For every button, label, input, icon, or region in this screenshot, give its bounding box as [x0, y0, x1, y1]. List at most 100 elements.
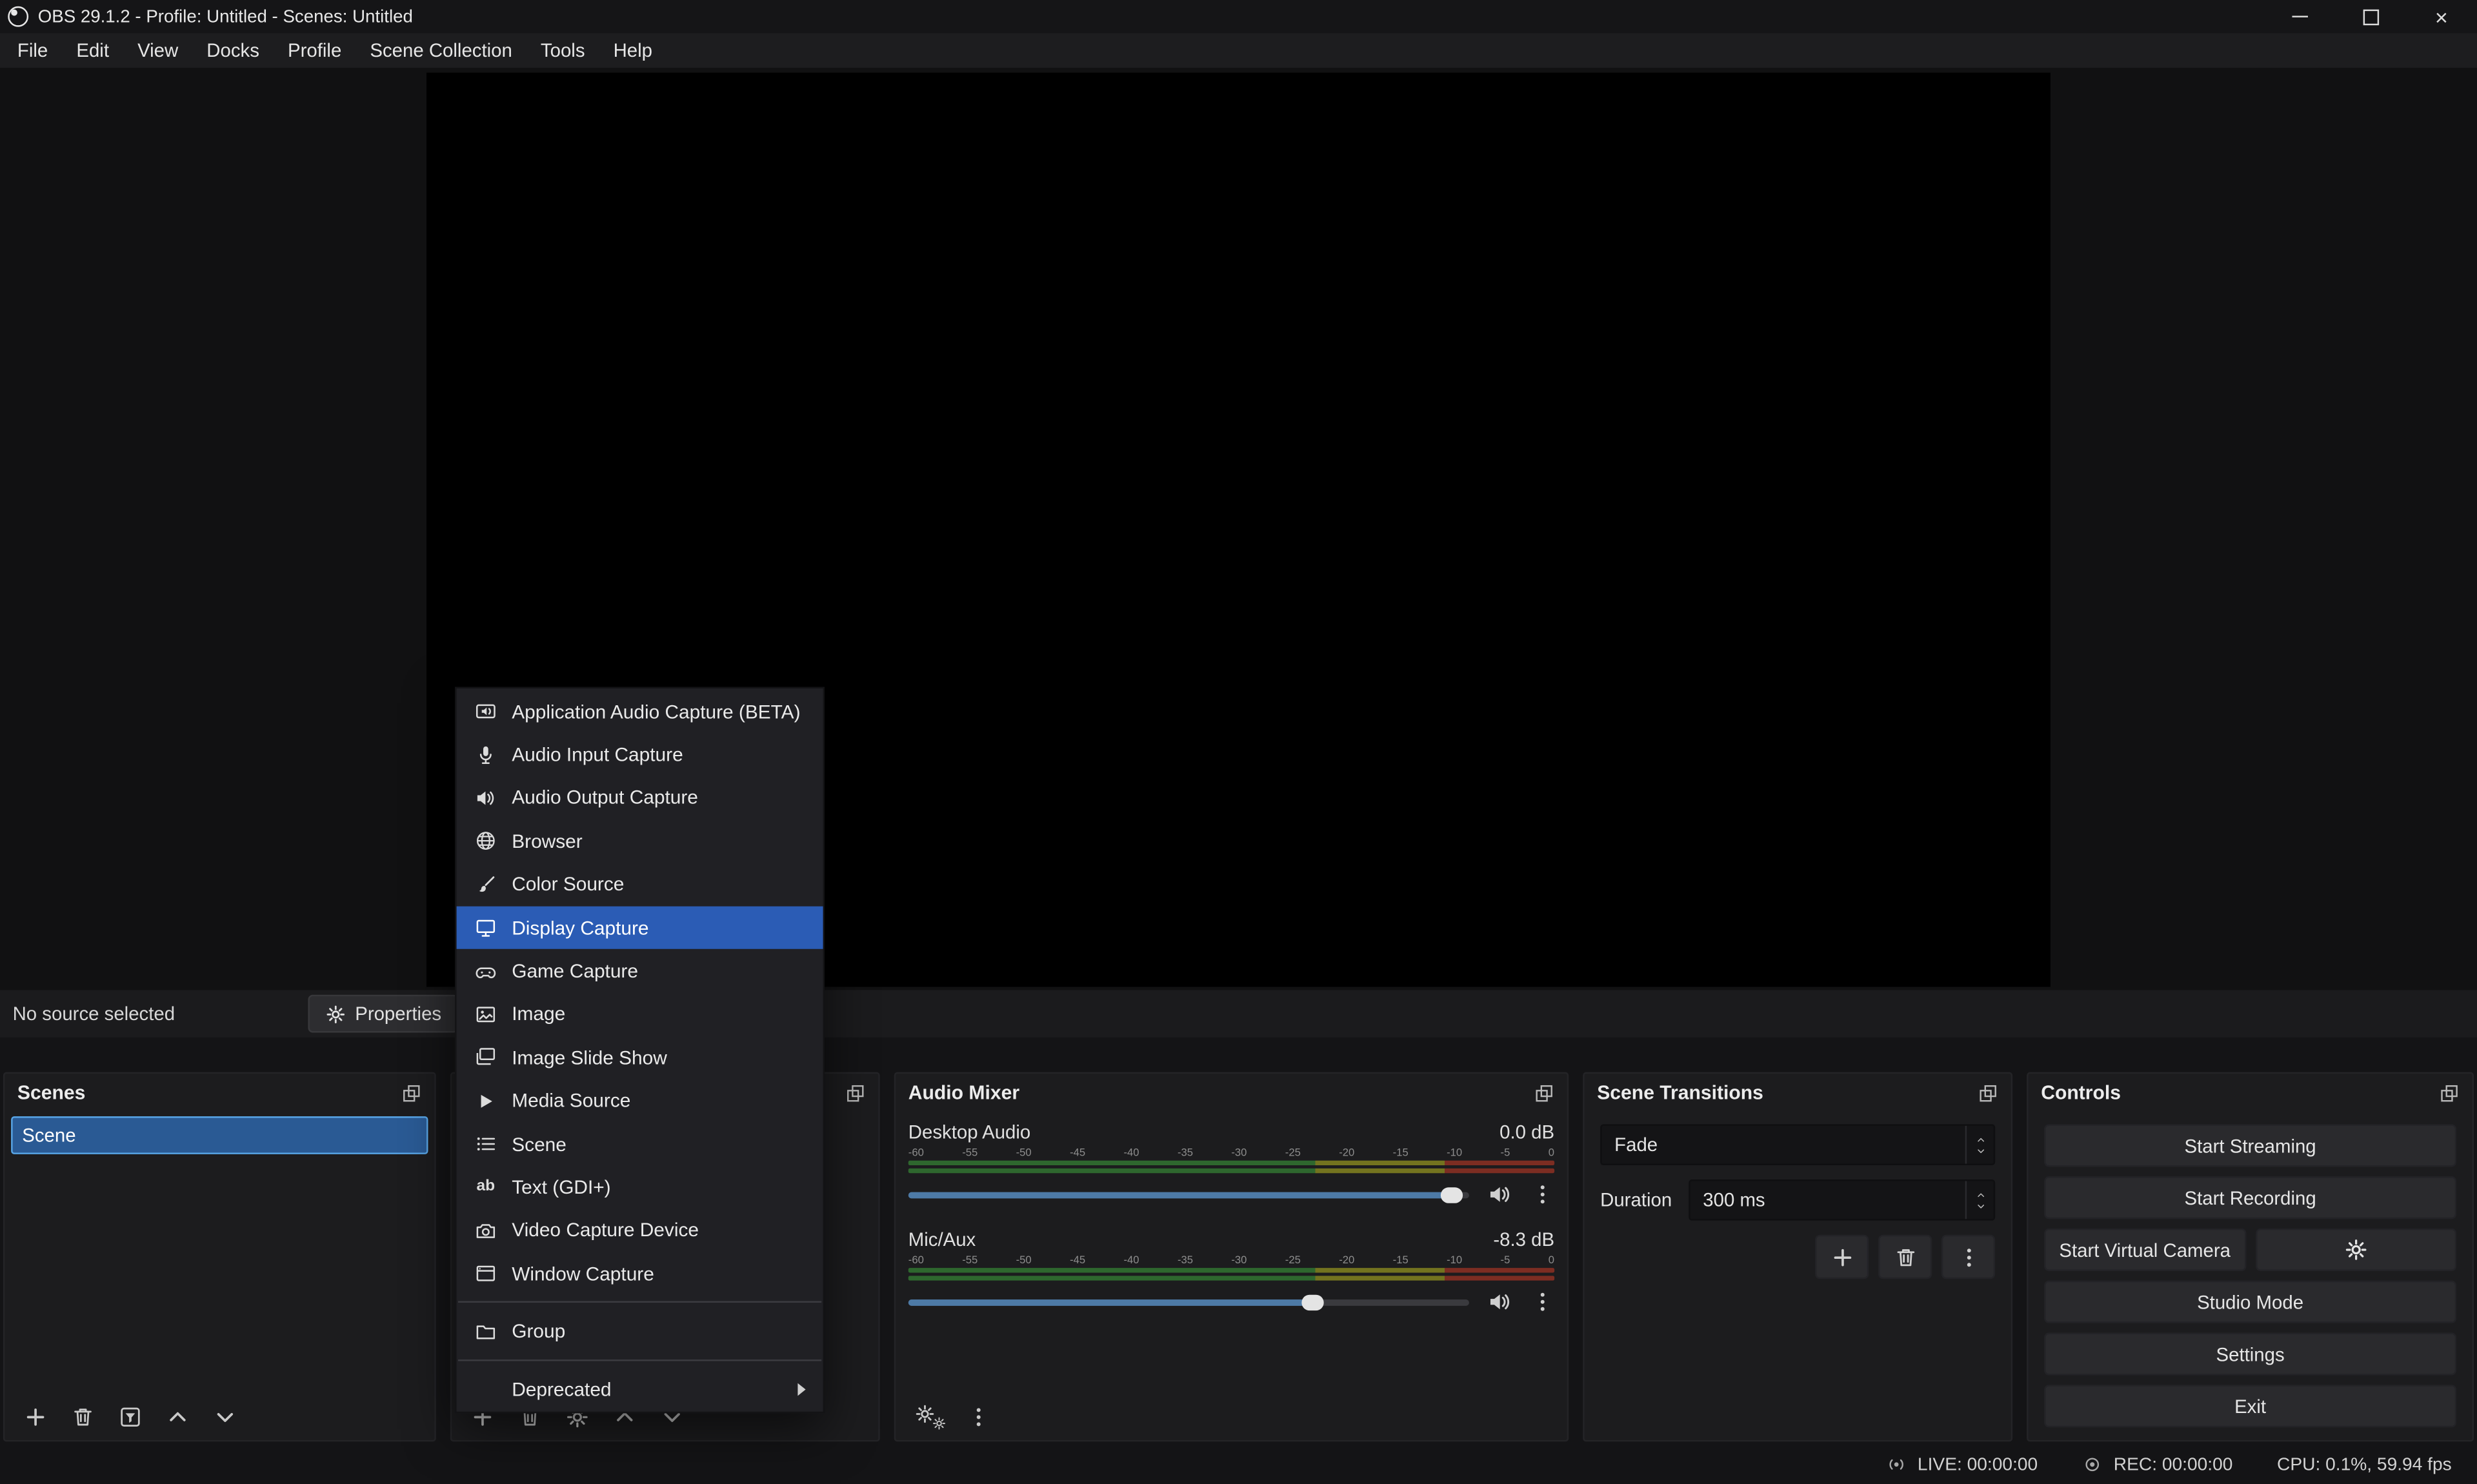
channel-name: Mic/Aux	[908, 1228, 976, 1250]
menu-edit[interactable]: Edit	[62, 33, 123, 68]
maximize-icon	[2362, 8, 2378, 24]
move-scene-up-button[interactable]	[166, 1405, 190, 1429]
title-bar: OBS 29.1.2 - Profile: Untitled - Scenes:…	[0, 0, 2477, 33]
add-transition-button[interactable]	[1815, 1235, 1869, 1279]
menu-item-audio-output-capture[interactable]: Audio Output Capture	[457, 776, 823, 819]
menu-tools[interactable]: Tools	[526, 33, 599, 68]
properties-button[interactable]: Properties	[308, 995, 459, 1033]
gamepad-icon	[474, 961, 497, 981]
scenes-list: Scene	[5, 1112, 434, 1393]
menu-item-deprecated[interactable]: Deprecated	[457, 1367, 823, 1410]
live-status: LIVE: 00:00:00	[1886, 1454, 2038, 1475]
menu-profile[interactable]: Profile	[274, 33, 356, 68]
start-streaming-button[interactable]: Start Streaming	[2044, 1124, 2456, 1167]
tick-label: -50	[1016, 1256, 1032, 1267]
menu-item-image-slide-show[interactable]: Image Slide Show	[457, 1036, 823, 1079]
tick-label: -60	[908, 1256, 924, 1267]
tick-label: -40	[1124, 1148, 1139, 1159]
tick-label: -45	[1070, 1256, 1085, 1267]
properties-button-label: Properties	[355, 1003, 441, 1025]
channel-options-button[interactable]	[1530, 1290, 1554, 1314]
menu-item-color-source[interactable]: Color Source	[457, 863, 823, 907]
close-button[interactable]: ×	[2406, 0, 2477, 33]
menu-item-scene[interactable]: Scene	[457, 1123, 823, 1166]
menu-scene-collection[interactable]: Scene Collection	[356, 33, 526, 68]
controls-dock: Controls Start Streaming Start Recording…	[2027, 1072, 2474, 1442]
volume-slider[interactable]	[908, 1299, 1469, 1305]
duration-stepper[interactable]	[1965, 1181, 1994, 1219]
menu-help[interactable]: Help	[599, 33, 667, 68]
menu-item-text-gdi[interactable]: ab Text (GDI+)	[457, 1166, 823, 1209]
menu-item-browser[interactable]: Browser	[457, 820, 823, 863]
slideshow-icon	[474, 1047, 497, 1068]
volume-slider[interactable]	[908, 1191, 1469, 1198]
menu-item-window-capture[interactable]: Window Capture	[457, 1252, 823, 1296]
slider-handle[interactable]	[1301, 1294, 1323, 1309]
chevron-down-icon	[1974, 1145, 1987, 1155]
mixer-channel: Mic/Aux -8.3 dB -60-55-50-45-40-35-30-25…	[908, 1228, 1554, 1314]
advanced-audio-button[interactable]	[915, 1404, 943, 1429]
scene-filters-button[interactable]	[119, 1405, 143, 1429]
mixer-toolbar	[896, 1392, 1567, 1439]
tick-label: -55	[962, 1148, 978, 1159]
duration-spinbox[interactable]: 300 ms	[1689, 1179, 1995, 1221]
media-icon	[474, 1090, 497, 1111]
tick-label: -15	[1393, 1148, 1409, 1159]
transition-select[interactable]: Fade	[1600, 1124, 1995, 1165]
transition-select-stepper[interactable]	[1965, 1126, 1994, 1164]
menu-file[interactable]: File	[3, 33, 62, 68]
live-icon	[1886, 1454, 1907, 1475]
move-scene-down-button[interactable]	[214, 1405, 237, 1429]
menu-item-game-capture[interactable]: Game Capture	[457, 950, 823, 993]
cpu-status: CPU: 0.1%, 59.94 fps	[2277, 1455, 2452, 1474]
app-audio-icon	[474, 701, 497, 722]
menu-docks[interactable]: Docks	[192, 33, 274, 68]
mute-button[interactable]	[1488, 1183, 1512, 1207]
channel-options-button[interactable]	[1530, 1183, 1554, 1207]
popout-icon[interactable]	[2439, 1083, 2460, 1103]
menu-item-media-source[interactable]: Media Source	[457, 1079, 823, 1123]
menu-item-group[interactable]: Group	[457, 1310, 823, 1353]
add-source-menu: Application Audio Capture (BETA) Audio I…	[455, 687, 825, 1414]
globe-icon	[474, 831, 497, 852]
meter-scale: -60-55-50-45-40-35-30-25-20-15-10-50	[908, 1148, 1554, 1159]
exit-button[interactable]: Exit	[2044, 1385, 2456, 1427]
tick-label: -20	[1339, 1148, 1354, 1159]
settings-button[interactable]: Settings	[2044, 1332, 2456, 1375]
folder-icon	[474, 1321, 497, 1341]
menu-item-video-capture-device[interactable]: Video Capture Device	[457, 1209, 823, 1252]
popout-icon[interactable]	[845, 1083, 866, 1103]
popout-icon[interactable]	[1978, 1083, 1998, 1103]
dock-area: Scenes Scene	[0, 1038, 2477, 1445]
add-scene-button[interactable]	[24, 1405, 48, 1429]
scenes-dock-header: Scenes	[5, 1074, 434, 1112]
remove-transition-button[interactable]	[1878, 1235, 1932, 1279]
popout-icon[interactable]	[1534, 1083, 1554, 1103]
scene-transitions-title: Scene Transitions	[1597, 1081, 1763, 1103]
slider-handle[interactable]	[1441, 1187, 1463, 1202]
start-recording-button[interactable]: Start Recording	[2044, 1176, 2456, 1219]
menu-item-display-capture[interactable]: Display Capture	[457, 907, 823, 950]
menu-item-application-audio-capture[interactable]: Application Audio Capture (BETA)	[457, 690, 823, 733]
popout-icon[interactable]	[401, 1083, 422, 1103]
mixer-channel: Desktop Audio 0.0 dB -60-55-50-45-40-35-…	[908, 1121, 1554, 1207]
scenes-toolbar	[5, 1392, 434, 1439]
maximize-button[interactable]	[2335, 0, 2406, 33]
scene-list-item[interactable]: Scene	[11, 1116, 428, 1154]
menu-item-audio-input-capture[interactable]: Audio Input Capture	[457, 733, 823, 776]
mute-button[interactable]	[1488, 1290, 1512, 1314]
text-icon: ab	[474, 1179, 497, 1195]
menu-view[interactable]: View	[123, 33, 192, 68]
virtual-camera-config-button[interactable]	[2255, 1228, 2456, 1271]
start-virtual-camera-button[interactable]: Start Virtual Camera	[2044, 1228, 2245, 1271]
mixer-options-button[interactable]	[967, 1405, 990, 1429]
minimize-button[interactable]	[2263, 0, 2334, 33]
minimize-icon	[2291, 15, 2307, 17]
remove-scene-button[interactable]	[71, 1405, 95, 1429]
transition-options-button[interactable]	[1941, 1235, 1995, 1279]
chevron-up-icon	[1974, 1190, 1987, 1199]
mic-icon	[474, 745, 497, 765]
studio-mode-button[interactable]: Studio Mode	[2044, 1281, 2456, 1323]
menu-item-image[interactable]: Image	[457, 993, 823, 1036]
tick-label: 0	[1549, 1148, 1554, 1159]
